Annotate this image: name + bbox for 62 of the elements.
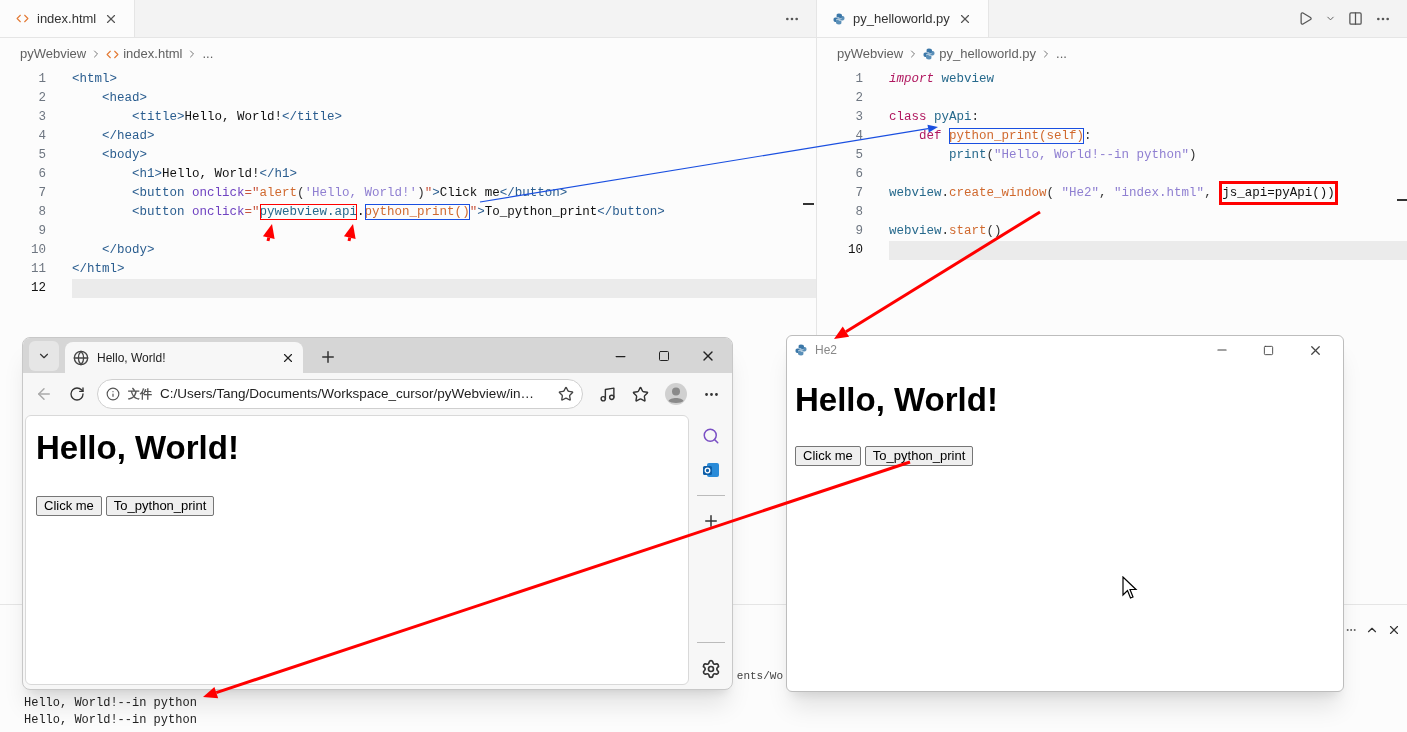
code-line: <head> <box>101 90 147 107</box>
code-line: </html> <box>72 261 125 278</box>
code-line: webview.start() <box>889 223 1002 240</box>
code-line: webview.create_window( "He2", "index.html", js_api=pyApi()) <box>889 184 1338 203</box>
browser-tab[interactable]: Hello, World! <box>65 342 303 373</box>
terminal-output-line: Hello, World!--in python <box>24 712 198 729</box>
code-line: </head> <box>101 128 155 145</box>
editor-tab[interactable]: py_helloworld.py <box>817 0 989 37</box>
page-button[interactable]: Click me <box>36 496 102 516</box>
code-line: <title>Hello, World!</title> <box>131 109 343 126</box>
line-number: 6 <box>37 166 46 183</box>
code-line: </body> <box>101 242 155 259</box>
code-line: <button onclick="pywebview.api.python_print()">To_python_print</button> <box>131 203 665 222</box>
page-button[interactable]: To_python_print <box>864 446 974 466</box>
breadcrumb-item[interactable]: py_helloworld.py <box>939 44 1037 64</box>
address-bar[interactable]: 文件 C:/Users/Tang/Documents/Workspace_cursor/pyWebview/in… <box>97 379 583 409</box>
tab-label: index.html <box>37 9 97 28</box>
breadcrumb-item[interactable]: pyWebview <box>20 44 87 64</box>
window-title: He2 <box>815 342 837 359</box>
address-label: 文件 <box>128 386 152 403</box>
url-text: C:/Users/Tang/Documents/Workspace_cursor/pyWebview/in… <box>160 384 535 403</box>
tab-title: Hello, World! <box>97 349 167 367</box>
line-number: 7 <box>37 185 46 202</box>
code-line: <body> <box>101 147 147 164</box>
breadcrumb-item[interactable]: index.html <box>123 44 183 64</box>
line-number: 10 <box>30 242 46 259</box>
line-number: 11 <box>30 261 46 278</box>
code-line: <h1>Hello, World!</h1> <box>131 166 298 183</box>
line-number: 2 <box>37 90 46 107</box>
line-number: 6 <box>854 166 863 183</box>
line-number: 1 <box>854 71 863 88</box>
line-number: 5 <box>854 147 863 164</box>
code-line: print("Hello, World!--in python") <box>948 147 1197 164</box>
line-number: 9 <box>854 223 863 240</box>
terminal-output-line: Hello, World!--in python <box>24 695 198 712</box>
line-number: 8 <box>37 204 46 221</box>
page-heading: Hello, World! <box>795 380 999 420</box>
line-number: 8 <box>854 204 863 221</box>
line-number: 7 <box>854 185 863 202</box>
code-line: import webview <box>889 71 995 88</box>
line-number: 9 <box>37 223 46 240</box>
tab-label: py_helloworld.py <box>853 9 950 28</box>
terminal-text: ents/Wo <box>736 669 783 683</box>
line-number: 3 <box>854 109 863 126</box>
line-number: 1 <box>37 71 46 88</box>
editor-tab[interactable]: index.html <box>0 0 136 37</box>
breadcrumb-item[interactable]: ... <box>202 44 214 64</box>
breadcrumb-item[interactable]: pyWebview <box>837 44 904 64</box>
page-button[interactable]: To_python_print <box>105 496 215 516</box>
page-heading: Hello, World! <box>36 428 240 468</box>
code-line: class pyApi: <box>889 109 980 126</box>
code-line: <html> <box>72 71 117 88</box>
breadcrumb-item[interactable]: ... <box>1056 44 1067 64</box>
code-line: def python_print(self): <box>918 127 1092 146</box>
line-number: 4 <box>37 128 46 145</box>
line-number: 10 <box>847 242 863 259</box>
line-number: 12 <box>30 280 46 297</box>
line-number: 2 <box>854 90 863 107</box>
line-number: 4 <box>854 128 863 145</box>
line-number: 5 <box>37 147 46 164</box>
line-number: 3 <box>37 109 46 126</box>
page-button[interactable]: Click me <box>795 446 861 466</box>
